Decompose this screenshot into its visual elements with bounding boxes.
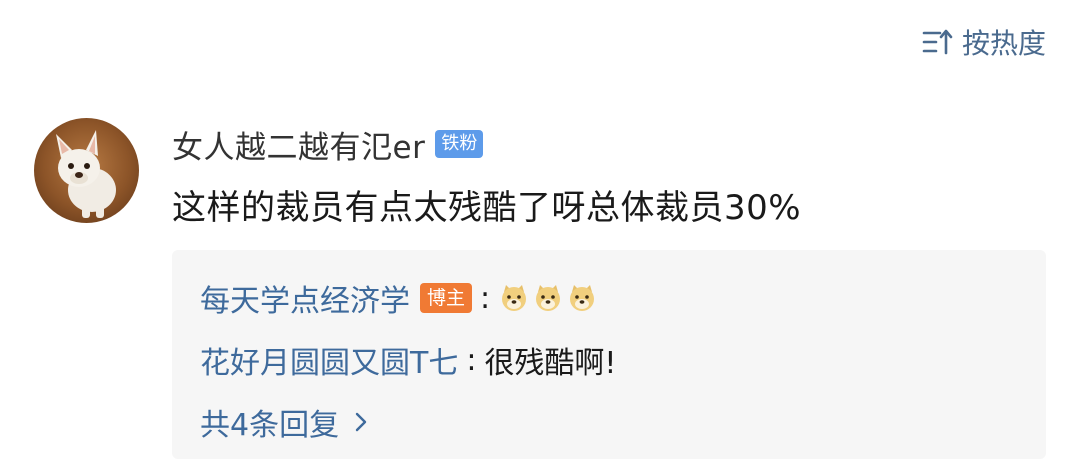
reply-separator: : [480,280,491,316]
reply-username[interactable]: 花好月圆圆又圆T七 [200,338,458,382]
french-bulldog-avatar-icon [56,130,116,218]
sort-by-heat-button[interactable]: 按热度 [922,22,1046,62]
replies-box: 每天学点经济学 博主 : 花好月圆圆又圆T七: 很残酷啊! 共4条回复 [172,250,1046,459]
doge-icon [570,285,595,311]
username-row: 女人越二越有氾er 铁粉 [172,122,484,167]
fan-badge: 铁粉 [435,130,484,158]
reply-text: 很残酷啊! [484,346,617,381]
more-replies-label: 共4条回复 [200,408,340,443]
sort-hot-icon [922,29,953,55]
emoji-group [498,282,598,314]
comment-page: 按热度 女人越二越有氾er 铁粉 这样的裁员有点太残酷了呀总体裁员30% 每天学… [0,0,1080,459]
doge-icon [502,285,527,311]
comment-text: 这样的裁员有点太残酷了呀总体裁员30% [172,188,802,228]
reply-item: 每天学点经济学 博主 : [200,276,598,320]
avatar[interactable] [34,118,139,223]
view-more-replies-link[interactable]: 共4条回复 [200,400,369,444]
blogger-badge: 博主 [420,283,473,313]
reply-username[interactable]: 每天学点经济学 [200,276,410,320]
reply-item: 花好月圆圆又圆T七 : 很残酷啊! [200,338,616,382]
username[interactable]: 女人越二越有氾er [172,122,425,167]
sort-label: 按热度 [961,27,1046,60]
reply-separator: : [466,342,477,378]
chevron-right-icon [355,412,367,432]
doge-icon [536,285,561,311]
